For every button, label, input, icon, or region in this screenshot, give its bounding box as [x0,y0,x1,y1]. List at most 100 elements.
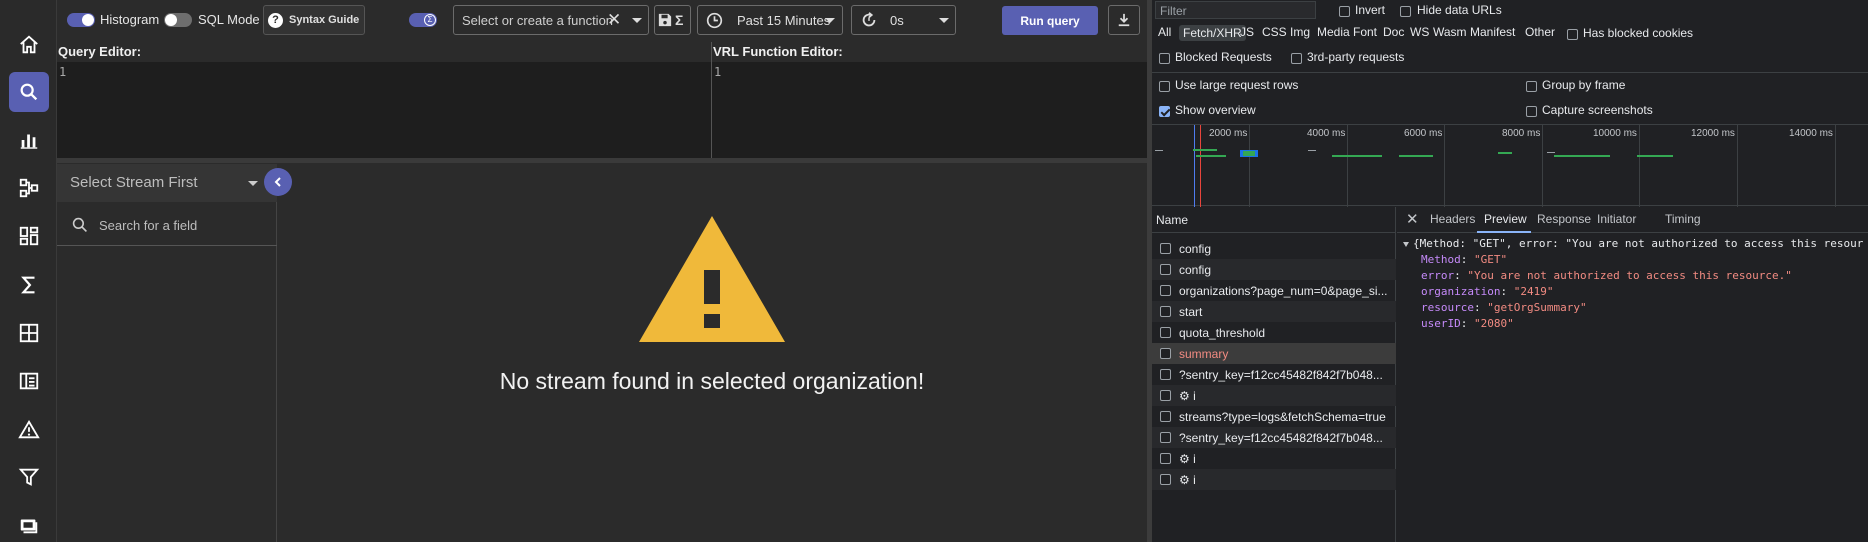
request-row-checkbox[interactable] [1160,411,1171,422]
save-icon [658,13,672,27]
time-range-picker[interactable]: Past 15 Minutes [697,5,843,35]
request-name: ⚙ i [1179,388,1196,403]
request-name: config [1179,241,1212,256]
request-row[interactable]: ?sentry_key=f12cc45482f842f7b048... [1152,427,1396,448]
vrl-function-editor[interactable]: 1 [712,62,1147,158]
name-column-header[interactable]: Name [1152,207,1395,233]
request-row-checkbox[interactable] [1160,243,1171,254]
tab-headers[interactable]: Headers [1430,212,1475,226]
save-function-button[interactable]: Σ [654,5,691,35]
filter-js[interactable]: JS [1240,25,1254,39]
request-row-checkbox[interactable] [1160,369,1171,380]
tick-label: 2000 ms [1209,128,1248,139]
resource-type-filters: All Fetch/XHR JS CSS Img Media Font Doc … [1152,0,1868,44]
request-row-checkbox[interactable] [1160,474,1171,485]
metrics-icon[interactable] [9,120,49,160]
streams-grid-icon[interactable] [9,313,49,353]
sigma-icon: Σ [675,12,684,28]
request-row-checkbox[interactable] [1160,285,1171,296]
request-row[interactable]: ⚙ i [1152,385,1396,406]
filter-img[interactable]: Img [1290,25,1310,39]
filter-wasm[interactable]: Wasm [1433,25,1467,39]
search-nav-icon[interactable] [9,72,49,112]
close-icon[interactable]: ✕ [1406,210,1419,228]
request-row[interactable]: quota_threshold [1152,322,1396,343]
clear-icon[interactable]: ✕ [607,10,621,30]
filter-other[interactable]: Other [1525,25,1555,39]
request-row-checkbox[interactable] [1160,306,1171,317]
group-by-frame-checkbox[interactable] [1526,79,1537,93]
traces-icon[interactable] [9,168,49,208]
request-row[interactable]: organizations?page_num=0&page_si... [1152,280,1396,301]
query-editor[interactable]: 1 [57,62,711,158]
alerts-warning-icon[interactable] [9,410,49,450]
function-select[interactable]: Select or create a function ✕ [453,5,649,35]
pipeline-filter-icon[interactable] [9,457,49,497]
filter-fetch-xhr[interactable]: Fetch/XHR [1179,25,1246,41]
filter-media[interactable]: Media [1317,25,1350,39]
ingestion-icon[interactable] [9,505,49,542]
sql-mode-toggle[interactable] [164,13,192,27]
download-button[interactable] [1108,5,1140,35]
request-row[interactable]: summary [1152,343,1396,364]
refresh-interval-label: 0s [890,12,904,28]
functions-sigma-icon[interactable] [9,265,49,305]
run-query-button[interactable]: Run query [1002,6,1098,35]
request-row-checkbox[interactable] [1160,264,1171,275]
request-row-checkbox[interactable] [1160,453,1171,464]
request-row[interactable]: config [1152,259,1396,280]
collapse-panel-button[interactable] [264,168,292,196]
group-by-frame-label: Group by frame [1542,78,1626,92]
filter-doc[interactable]: Doc [1383,25,1404,39]
request-row[interactable]: start [1152,301,1396,322]
function-toggle[interactable]: Σ [409,13,437,27]
filter-manifest[interactable]: Manifest [1470,25,1515,39]
tab-timing[interactable]: Timing [1665,212,1701,226]
filter-all[interactable]: All [1158,25,1171,39]
blocked-requests-checkbox[interactable] [1159,51,1170,65]
refresh-interval-picker[interactable]: 0s [851,5,956,35]
preview-field-value: "You are not authorized to access this r… [1467,269,1792,282]
dashboards-icon[interactable] [9,216,49,256]
request-row[interactable]: config [1152,238,1396,259]
large-rows-label: Use large request rows [1175,78,1299,92]
field-search-input[interactable]: Search for a field [57,204,277,246]
dom-content-loaded-marker [1194,125,1195,207]
third-party-checkbox[interactable] [1291,51,1302,65]
filter-ws[interactable]: WS [1410,25,1429,39]
gridline [1347,125,1348,207]
request-row[interactable]: streams?type=logs&fetchSchema=true [1152,406,1396,427]
preview-summary-row[interactable]: {Method: "GET", error: "You are not auth… [1403,237,1863,250]
show-overview-checkbox[interactable] [1159,104,1170,118]
filter-css[interactable]: CSS [1262,25,1287,39]
tab-initiator[interactable]: Initiator [1597,212,1636,226]
chevron-left-icon [274,177,281,187]
request-row-checkbox[interactable] [1160,348,1171,359]
download-icon [1118,13,1130,27]
request-row-checkbox[interactable] [1160,390,1171,401]
tab-response[interactable]: Response [1537,212,1591,226]
request-row-checkbox[interactable] [1160,327,1171,338]
has-blocked-cookies-checkbox[interactable] [1567,27,1578,41]
histogram-toggle[interactable] [67,13,95,27]
tab-preview[interactable]: Preview [1484,212,1527,226]
request-name: start [1179,304,1203,319]
request-row[interactable]: ?sentry_key=f12cc45482f842f7b048... [1152,364,1396,385]
request-row-checkbox[interactable] [1160,432,1171,443]
syntax-guide-button[interactable]: ? Syntax Guide [263,5,365,35]
capture-screenshots-checkbox[interactable] [1526,104,1537,118]
network-overview-timeline[interactable]: 2000 ms 4000 ms 6000 ms 8000 ms 10000 ms… [1152,124,1868,207]
splitter[interactable] [57,158,1147,163]
stream-select[interactable]: Select Stream First [57,164,277,202]
request-row[interactable]: ⚙ i [1152,469,1396,490]
request-detail-panel: ✕ Headers Preview Response Initiator Tim… [1397,207,1868,542]
chevron-down-icon [939,18,949,23]
help-icon: ? [268,12,283,28]
reports-icon[interactable] [9,361,49,401]
large-rows-checkbox[interactable] [1159,79,1170,93]
gridline [1542,125,1543,207]
third-party-label: 3rd-party requests [1307,50,1405,64]
filter-font[interactable]: Font [1353,25,1377,39]
request-row[interactable]: ⚙ i [1152,448,1396,469]
home-icon[interactable] [9,25,49,65]
